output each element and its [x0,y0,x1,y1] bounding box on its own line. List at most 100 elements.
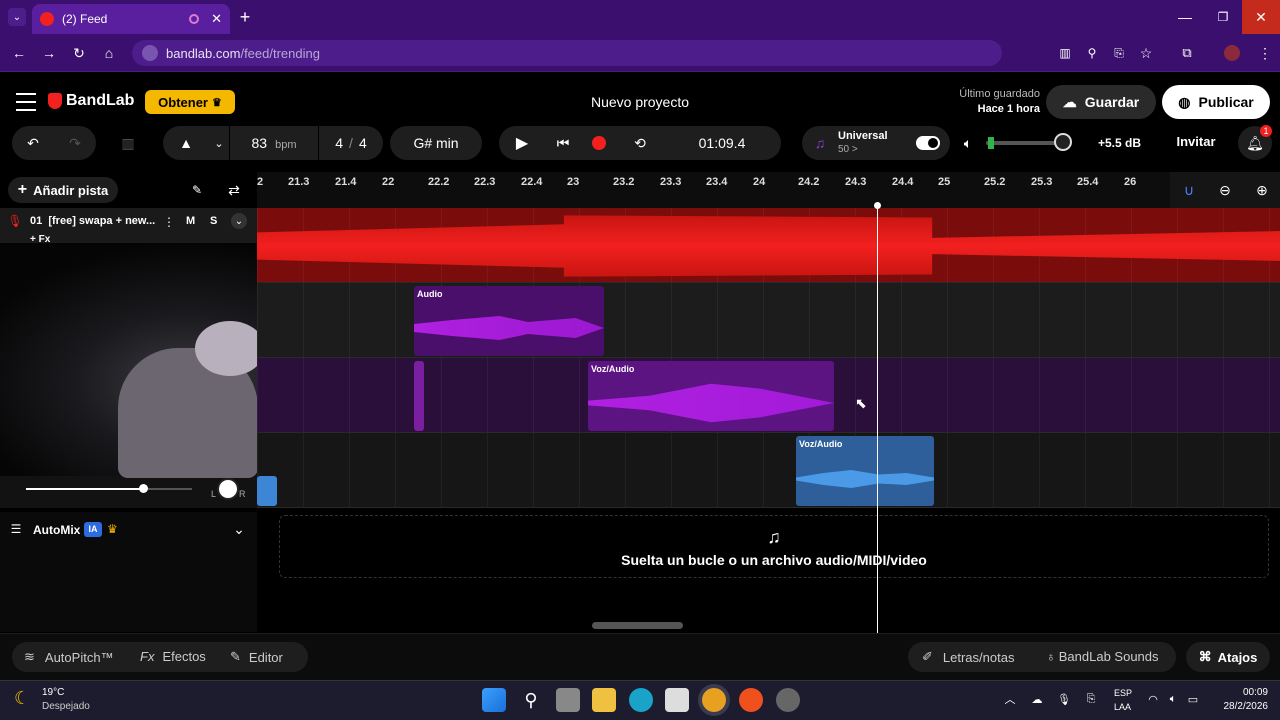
audio-clip-4a[interactable] [257,476,277,506]
lyrics-button[interactable]: ✐ Letras/notas [922,649,1014,665]
home-icon[interactable]: ⌂ [100,44,118,62]
audio-clip-3a[interactable] [414,361,424,431]
close-tab-icon[interactable]: ✕ [211,11,222,27]
clock-date[interactable]: 28/2/2026 [1212,701,1269,712]
zoom-icon[interactable]: ⚲ [1083,44,1101,62]
autopitch-button[interactable]: ≋ AutoPitch™ [24,649,114,665]
pencil-automation-icon[interactable]: ✎ [188,181,206,199]
url-field[interactable]: bandlab.com/feed/trending [132,40,1002,66]
instrument-toggle[interactable] [916,136,940,150]
master-volume-slider[interactable] [986,133,1072,151]
editor-button[interactable]: ✎ Editor [230,649,283,665]
site-info-icon[interactable] [142,45,158,61]
track-expand-icon[interactable]: ⌄ [231,213,247,229]
hamburger-menu-icon[interactable] [16,93,36,111]
bpm-field[interactable]: 83 bpm [230,135,318,151]
new-tab-icon[interactable]: + [236,7,254,27]
bandlab-sounds-button[interactable]: ♁ BandLab Sounds [1046,649,1159,664]
zoom-out-icon[interactable]: ⊖ [1216,181,1234,199]
track-lane-4[interactable] [257,433,1280,508]
tab-list-icon[interactable]: ⌄ [8,8,26,26]
audio-clip-3[interactable]: Voz/Audio [588,361,834,431]
extensions-icon[interactable]: ⧉ [1178,44,1196,62]
minimize-icon[interactable]: — [1176,8,1194,26]
file-explorer-icon[interactable] [592,688,616,712]
piano-icon[interactable]: ▥ [118,133,138,153]
undo-icon[interactable]: ↶ [27,135,39,152]
volume-knob[interactable] [1054,133,1072,151]
tray-cloud-icon[interactable]: ☁ [1030,692,1044,706]
project-title[interactable]: Nuevo proyecto [540,94,740,110]
record-button[interactable] [581,136,617,150]
language-top[interactable]: ESP [1114,688,1132,698]
weather-condition[interactable]: Despejado [42,701,90,712]
browser-menu-icon[interactable]: ⋮ [1256,44,1274,62]
track-menu-icon[interactable]: ⋮ [163,214,175,230]
tray-chevron-icon[interactable]: ︿ [1003,692,1017,706]
bookmark-star-icon[interactable]: ☆ [1137,44,1155,62]
cast-icon[interactable]: ⎘ [1110,44,1128,62]
reload-icon[interactable]: ↻ [70,44,88,62]
volume-tray-icon[interactable]: 🔈︎ [1166,692,1180,706]
effects-button[interactable]: Fx Efectos [140,649,206,664]
store-icon[interactable] [665,688,689,712]
playhead[interactable] [877,205,878,633]
play-icon[interactable]: ▶ [499,133,545,153]
publish-button[interactable]: ◍ Publicar [1162,85,1270,119]
tray-mic-icon[interactable]: 🎙︎ [1057,692,1071,706]
metronome-dropdown-icon[interactable]: ⌄ [209,137,229,150]
instrument-selector[interactable]: ♫ Universal 50 > [802,126,950,160]
weather-temperature[interactable]: 19°C [42,687,64,698]
track-volume-thumb[interactable] [139,484,148,493]
windows-start-icon[interactable] [482,688,506,712]
profile-avatar[interactable] [1224,45,1240,61]
playhead-handle[interactable] [874,202,881,209]
forward-icon[interactable]: → [40,44,58,62]
metronome-icon[interactable]: ▲ [163,135,209,151]
battery-icon[interactable]: ▭ [1186,692,1200,706]
audio-clip-4[interactable]: Voz/Audio [796,436,934,506]
close-window-icon[interactable]: ✕ [1242,0,1280,34]
get-button[interactable]: Obtener ♛ [145,90,235,114]
browser-tab[interactable]: (2) Feed ✕ [32,4,230,34]
pan-knob[interactable] [217,478,239,500]
maximize-icon[interactable]: ❐ [1214,8,1232,26]
task-view-icon[interactable] [556,688,580,712]
tray-display-icon[interactable]: ⎘ [1084,692,1098,706]
key-selector[interactable]: G# min [390,126,482,160]
time-signature-field[interactable]: 4 / 4 [319,135,383,151]
invite-button[interactable]: Invitar [1166,134,1226,149]
clock-time[interactable]: 00:09 [1212,687,1268,698]
mouse-cursor-icon: ⬉ [855,395,867,411]
edge-icon[interactable] [629,688,653,712]
tracks-settings-icon[interactable]: ⇄ [225,181,243,199]
language-bottom[interactable]: LAA [1114,702,1131,712]
track-1-name[interactable]: 01 [free] swapa + new... [30,215,160,227]
magnet-snap-icon[interactable]: ∪ [1180,181,1198,199]
transport-group: ▶ ⏮ ⟲ 01:09.4 [499,126,781,160]
speaker-icon[interactable]: 🔈︎ [959,134,977,152]
save-button[interactable]: ☁ Guardar [1046,85,1156,119]
redo-icon[interactable]: ↷ [69,135,81,152]
solo-button[interactable]: S [210,215,217,227]
skip-back-icon[interactable]: ⏮ [545,135,581,152]
obs-icon[interactable] [776,688,800,712]
track-lane-2[interactable] [257,283,1280,358]
shortcuts-button[interactable]: ⌘ Atajos [1186,642,1270,672]
track-volume-slider[interactable] [26,484,192,493]
automix-label[interactable]: AutoMix [33,523,80,537]
loop-icon[interactable]: ⟲ [617,135,663,152]
zoom-in-icon[interactable]: ⊕ [1253,181,1271,199]
add-track-button[interactable]: + Añadir pista [8,177,118,203]
back-icon[interactable]: ← [10,44,28,62]
bandlab-logo[interactable]: BandLab [48,92,134,110]
ea-app-icon[interactable] [739,688,763,712]
automix-expand-icon[interactable]: ⌄ [231,521,247,537]
reader-mode-icon[interactable]: ▥ [1056,44,1074,62]
horizontal-scrollbar[interactable] [592,622,683,629]
wifi-icon[interactable]: ◠ [1146,692,1160,706]
audio-clip-2[interactable]: Audio [414,286,604,356]
chrome-icon[interactable] [702,688,726,712]
taskbar-search-icon[interactable]: ⚲ [519,688,543,712]
mute-button[interactable]: M [186,215,195,227]
